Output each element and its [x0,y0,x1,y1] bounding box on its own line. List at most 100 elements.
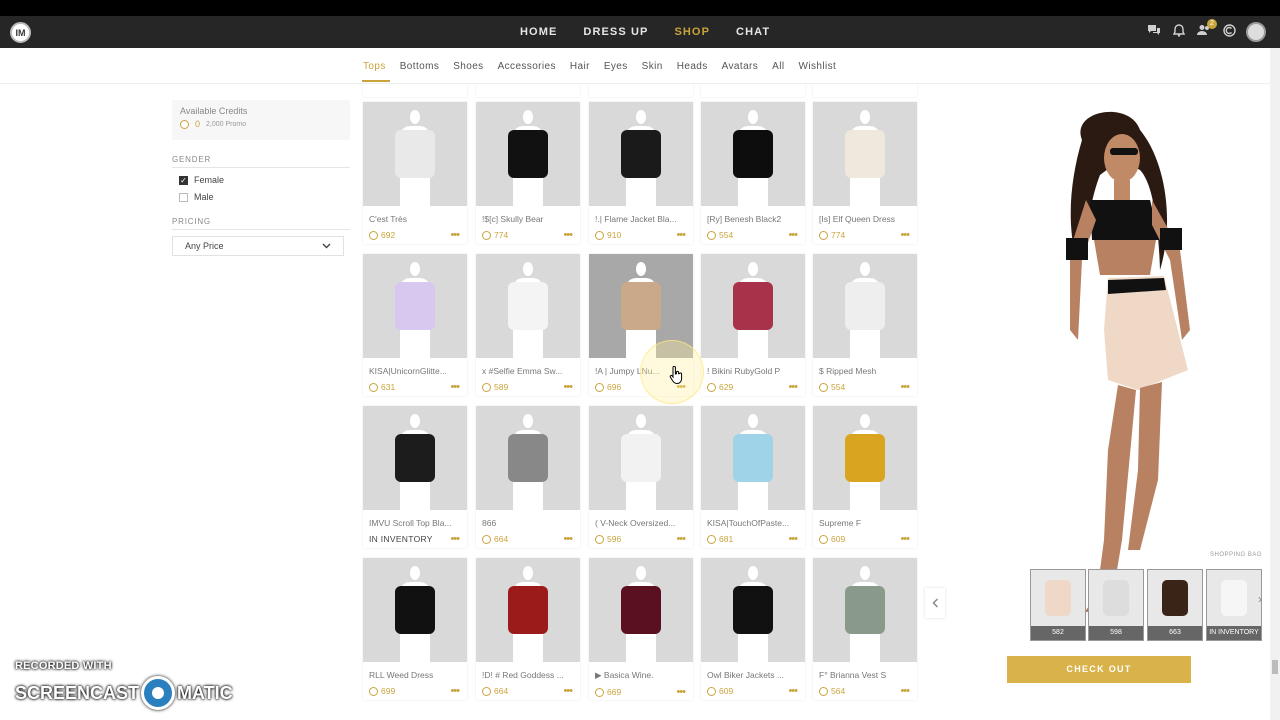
imvu-logo-icon[interactable]: IM [10,22,31,43]
product-thumbnail[interactable] [363,558,467,662]
product-name[interactable]: !.| Flame Jacket Bla... [595,214,687,224]
more-options-icon[interactable]: ••• [676,534,686,545]
more-options-icon[interactable]: ••• [563,534,573,545]
product-card[interactable]: !D! # Red Goddess ... 664 ••• [476,558,580,700]
product-card-partial[interactable] [589,85,693,97]
product-name[interactable]: KISA|UnicornGlitte... [369,366,461,376]
page-scrollbar[interactable] [1270,48,1280,720]
product-thumbnail[interactable] [813,406,917,510]
product-thumbnail[interactable] [701,254,805,358]
product-card-partial[interactable] [363,85,467,97]
product-thumbnail[interactable] [589,406,693,510]
tab-skin[interactable]: Skin [642,61,663,72]
tab-accessories[interactable]: Accessories [498,61,556,72]
product-card[interactable]: $ Ripped Mesh 554 ••• [813,254,917,396]
product-thumbnail[interactable] [589,102,693,206]
nav-shop[interactable]: SHOP [674,26,710,38]
more-options-icon[interactable]: ••• [900,534,910,545]
product-name[interactable]: C'est Très [369,214,461,224]
product-thumbnail[interactable] [476,558,580,662]
product-thumbnail[interactable] [701,558,805,662]
checkout-button[interactable]: CHECK OUT [1007,656,1191,683]
product-card[interactable]: ( V-Neck Oversized... 596 ••• [589,406,693,548]
product-name[interactable]: !D! # Red Goddess ... [482,670,574,680]
tab-heads[interactable]: Heads [677,61,708,72]
carousel-prev-button[interactable] [925,588,945,618]
product-card[interactable]: ▶ Basica Wine. 669 ••• [589,558,693,700]
more-options-icon[interactable]: ••• [563,230,573,241]
product-card[interactable]: RLL Weed Dress 699 ••• [363,558,467,700]
more-options-icon[interactable]: ••• [450,230,460,241]
product-name[interactable]: ▶ Basica Wine. [595,670,687,681]
product-thumbnail[interactable] [363,406,467,510]
nav-home[interactable]: HOME [520,26,557,38]
product-name[interactable]: ( V-Neck Oversized... [595,518,687,528]
product-thumbnail[interactable] [813,102,917,206]
product-name[interactable]: Owl Biker Jackets ... [707,670,799,680]
more-options-icon[interactable]: ••• [900,686,910,697]
product-thumbnail[interactable] [476,102,580,206]
avatar-preview[interactable] [990,100,1220,620]
more-options-icon[interactable]: ••• [788,230,798,241]
product-card[interactable]: Owl Biker Jackets ... 609 ••• [701,558,805,700]
product-card[interactable]: Supreme F 609 ••• [813,406,917,548]
tab-wishlist[interactable]: Wishlist [799,61,837,72]
product-card[interactable]: F° Brianna Vest S 564 ••• [813,558,917,700]
product-thumbnail[interactable] [701,102,805,206]
more-options-icon[interactable]: ••• [788,534,798,545]
tab-eyes[interactable]: Eyes [604,61,628,72]
bag-item[interactable]: 582 [1030,569,1086,641]
product-thumbnail[interactable] [363,102,467,206]
product-name[interactable]: [Is] Elf Queen Dress [819,214,911,224]
product-name[interactable]: [Ry] Benesh Black2 [707,214,799,224]
more-options-icon[interactable]: ••• [676,687,686,698]
product-card[interactable]: 866 664 ••• [476,406,580,548]
chevron-right-icon[interactable]: › [1258,592,1262,606]
product-name[interactable]: $ Ripped Mesh [819,366,911,376]
product-name[interactable]: KISA|TouchOfPaste... [707,518,799,528]
more-options-icon[interactable]: ••• [563,382,573,393]
tab-hair[interactable]: Hair [570,61,590,72]
product-name[interactable]: ! Bikini RubyGold P [707,366,799,376]
tab-all[interactable]: All [772,61,784,72]
friends-icon[interactable]: 2 [1196,19,1217,40]
nav-chat[interactable]: CHAT [736,26,770,38]
product-card[interactable]: !.| Flame Jacket Bla... 910 ••• [589,102,693,244]
product-card-partial[interactable] [701,85,805,97]
product-card[interactable]: ! Bikini RubyGold P 629 ••• [701,254,805,396]
more-options-icon[interactable]: ••• [676,230,686,241]
product-card[interactable]: C'est Très 692 ••• [363,102,467,244]
credits-icon[interactable] [1221,24,1237,40]
product-thumbnail[interactable] [701,406,805,510]
product-name[interactable]: x #Selfie Emma Sw... [482,366,574,376]
scrollbar-thumb[interactable] [1272,660,1278,674]
more-options-icon[interactable]: ••• [563,686,573,697]
more-options-icon[interactable]: ••• [450,534,460,545]
user-avatar-icon[interactable] [1246,22,1266,42]
product-thumbnail[interactable] [589,558,693,662]
more-options-icon[interactable]: ••• [450,686,460,697]
more-options-icon[interactable]: ••• [450,382,460,393]
tab-tops[interactable]: Tops [363,61,386,72]
product-thumbnail[interactable] [476,406,580,510]
more-options-icon[interactable]: ••• [788,686,798,697]
product-card[interactable]: IMVU Scroll Top Bla... IN INVENTORY ••• [363,406,467,548]
product-card[interactable]: !$[c] Skully Bear 774 ••• [476,102,580,244]
product-name[interactable]: Supreme F [819,518,911,528]
product-name[interactable]: 866 [482,518,574,528]
notification-bell-icon[interactable] [1171,24,1187,40]
product-thumbnail[interactable] [813,558,917,662]
chat-bubbles-icon[interactable] [1146,24,1162,40]
bag-item[interactable]: IN INVENTORY [1206,569,1262,641]
tab-shoes[interactable]: Shoes [453,61,483,72]
product-name[interactable]: IMVU Scroll Top Bla... [369,518,461,528]
product-card-partial[interactable] [813,85,917,97]
product-card[interactable]: x #Selfie Emma Sw... 589 ••• [476,254,580,396]
product-name[interactable]: !$[c] Skully Bear [482,214,574,224]
bag-item[interactable]: 598 [1088,569,1144,641]
product-card[interactable]: [Ry] Benesh Black2 554 ••• [701,102,805,244]
product-card-partial[interactable] [476,85,580,97]
tab-avatars[interactable]: Avatars [722,61,759,72]
tab-bottoms[interactable]: Bottoms [400,61,439,72]
nav-dress-up[interactable]: DRESS UP [583,26,648,38]
